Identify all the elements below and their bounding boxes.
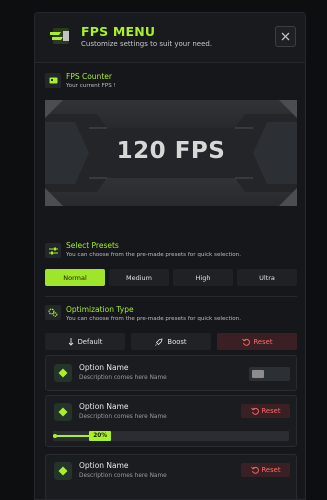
preset-tabs: Normal Medium High Ultra: [45, 269, 297, 286]
undo-icon: [250, 407, 259, 415]
option-name: Option Name: [79, 461, 129, 470]
optimization-buttons: Default Boost Reset: [45, 333, 297, 350]
diamond-icon: [54, 462, 72, 480]
option-description: Description comes here Name: [79, 414, 167, 420]
tab-medium[interactable]: Medium: [109, 269, 169, 286]
default-button-label: Default: [77, 337, 103, 346]
fps-counter-title: FPS Counter: [66, 72, 112, 81]
option-description: Description comes here Name: [79, 473, 167, 479]
close-icon: [281, 32, 290, 41]
option-card: Option Name Description comes here Name …: [45, 395, 297, 447]
optimization-title: Optimization Type: [66, 305, 134, 314]
presets-title: Select Presets: [66, 241, 119, 250]
option-card: Option Name Description comes here Name …: [45, 454, 297, 499]
option-description: Description comes here Name: [79, 375, 167, 381]
fps-counter-subtitle: Your current FPS !: [66, 83, 116, 89]
undo-icon: [241, 338, 250, 346]
slider-fill: [53, 435, 92, 437]
gears-icon: [45, 305, 61, 320]
option-name: Option Name: [79, 402, 129, 411]
boost-button[interactable]: Boost: [131, 333, 211, 350]
page-subtitle: Customize settings to suit your need.: [81, 40, 213, 48]
fps-logo-icon: [49, 26, 71, 46]
reset-button[interactable]: Reset: [217, 333, 297, 350]
sliders-icon: [45, 243, 61, 258]
rocket-icon: [155, 337, 163, 346]
tab-high[interactable]: High: [173, 269, 233, 286]
diamond-icon: [54, 403, 72, 421]
option-reset-label: Reset: [261, 466, 281, 474]
boost-button-label: Boost: [167, 337, 187, 346]
header: FPS MENU Customize settings to suit your…: [35, 13, 305, 63]
arrow-down-icon: [68, 337, 73, 346]
slider-handle[interactable]: 20%: [89, 431, 112, 441]
fps-display: 120 FPS: [45, 100, 297, 206]
page-title: FPS MENU: [81, 24, 156, 39]
default-button[interactable]: Default: [45, 333, 125, 350]
option-toggle[interactable]: [249, 367, 290, 381]
reset-button-label: Reset: [253, 337, 273, 346]
tab-ultra[interactable]: Ultra: [237, 269, 297, 286]
fps-menu-panel: FPS MENU Customize settings to suit your…: [34, 12, 306, 500]
option-reset-button[interactable]: Reset: [241, 463, 290, 477]
option-reset-label: Reset: [261, 407, 281, 415]
close-button[interactable]: [275, 26, 296, 47]
optimization-subtitle: You can choose from the pre-made presets…: [66, 316, 241, 322]
option-reset-button[interactable]: Reset: [241, 404, 290, 418]
option-slider[interactable]: 20%: [53, 431, 289, 441]
monitor-icon: [45, 73, 61, 88]
tab-normal[interactable]: Normal: [45, 269, 105, 286]
fps-value: 120 FPS: [116, 138, 226, 164]
divider: [45, 296, 297, 297]
option-name: Option Name: [79, 363, 129, 372]
presets-subtitle: You can choose from the pre-made presets…: [66, 252, 241, 258]
diamond-icon: [54, 364, 72, 382]
undo-icon: [250, 466, 259, 474]
toggle-knob: [252, 370, 264, 378]
option-card: Option Name Description comes here Name: [45, 355, 297, 391]
